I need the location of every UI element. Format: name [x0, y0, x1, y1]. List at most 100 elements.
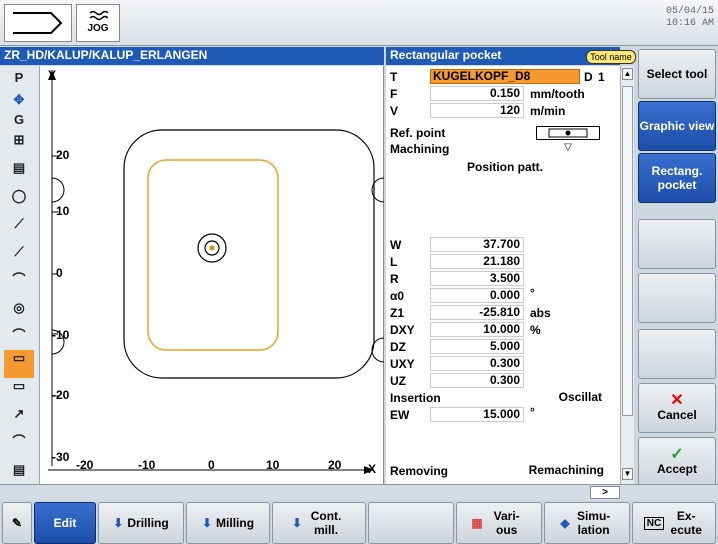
parameter-form: T KUGELKOPF_D8 D 1 F 0.150 mm/tooth V 12… — [386, 66, 620, 484]
empty-softkey[interactable] — [638, 329, 716, 379]
z1-field[interactable]: -25.810 — [430, 305, 524, 320]
jog-label: JOG — [87, 23, 109, 34]
y-tick: -10 — [52, 328, 70, 342]
jog-mode-indicator: JOG — [76, 4, 120, 42]
settings-icon[interactable]: ⊞ — [4, 132, 34, 160]
dialog-title: Rectangular pocket — [386, 47, 620, 65]
speed-unit: m/min — [530, 104, 566, 118]
right-softkeys: Select tool Graphic view Rectang. pocket… — [636, 47, 718, 487]
machining-selector[interactable]: ▽ — [536, 142, 600, 156]
edit-icon[interactable]: ✎ — [2, 502, 32, 544]
r-field[interactable]: 3.500 — [430, 271, 524, 286]
jog-icon — [89, 10, 108, 21]
various-button[interactable]: ▦ Vari- ous — [456, 502, 542, 544]
edit-button[interactable]: Edit — [34, 502, 96, 544]
line2-icon[interactable]: ⟋ — [4, 244, 34, 272]
forward-button[interactable]: > — [590, 486, 620, 499]
date-label: 05/04/15 — [665, 6, 714, 17]
select-tool-button[interactable]: Select tool — [638, 49, 716, 99]
thread-icon[interactable]: ◎ — [4, 300, 34, 328]
dxy-unit[interactable]: % — [530, 323, 541, 337]
d-value[interactable]: 1 — [598, 70, 605, 84]
execute-label: Ex- ecute — [670, 509, 702, 537]
pocket-graphic — [48, 70, 385, 474]
empty-bottom-softkey[interactable] — [368, 502, 454, 544]
uz-label: UZ — [390, 374, 406, 388]
simulation-label: Simu- lation — [576, 509, 611, 537]
v-label: V — [390, 104, 399, 118]
dz-field[interactable]: 5.000 — [430, 339, 524, 354]
scroll-thumb[interactable] — [622, 86, 633, 416]
position-pattern[interactable]: Position patt. — [430, 160, 580, 177]
form-scrollbar[interactable]: ▲ ▼ — [620, 66, 634, 484]
x-tick: 0 — [208, 458, 215, 472]
tool-strip: P ✥ G ⊞ ▤ ◯ ⟋ ⟋ ⌒ ◎ ⌒ ▭ ▭ ↗ ⌒ ▤ — [0, 66, 40, 484]
simulation-icon: ◆ — [560, 516, 570, 530]
tool-name-button[interactable]: Tool name — [586, 50, 636, 64]
circle-icon[interactable]: ◯ — [4, 188, 34, 216]
l-field[interactable]: 21.180 — [430, 254, 524, 269]
dxy-field[interactable]: 10.000 — [430, 322, 524, 337]
x-tick: 20 — [328, 458, 342, 472]
machining-label: Machining — [390, 142, 450, 156]
arrow-icon — [13, 12, 63, 34]
cancel-button[interactable]: ✕ Cancel — [638, 383, 716, 433]
y-axis-label: Y — [48, 68, 57, 82]
drilling-button[interactable]: ⬇ Drilling — [98, 502, 184, 544]
scroll-down-icon[interactable]: ▼ — [622, 468, 633, 480]
pocket-icon[interactable]: ▭ — [4, 378, 34, 406]
x-tick: -10 — [138, 458, 156, 472]
y-tick: 0 — [56, 266, 63, 280]
accept-button[interactable]: ✓ Accept — [638, 437, 716, 487]
drill-icon[interactable]: ▤ — [4, 160, 34, 188]
w-field[interactable]: 37.700 — [430, 237, 524, 252]
nc-icon: NC — [643, 516, 665, 530]
feed-field[interactable]: 0.150 — [430, 86, 524, 101]
speed-field[interactable]: 120 — [430, 103, 524, 118]
program-path: ZR_HD/KALUP/KALUP_ERLANGEN — [0, 47, 384, 65]
d-label: D — [584, 70, 593, 84]
z1-unit[interactable]: abs — [530, 306, 551, 320]
datetime: 05/04/15 10:16 AM — [666, 6, 714, 30]
ew-field[interactable]: 15.000 — [430, 407, 524, 422]
x-tick: 10 — [266, 458, 280, 472]
simulation-button[interactable]: ◆ Simu- lation — [544, 502, 630, 544]
empty-softkey[interactable] — [638, 219, 716, 269]
contour-icon[interactable]: ⌒ — [4, 272, 34, 300]
ew-label: EW — [390, 408, 410, 422]
cancel-label: Cancel — [657, 408, 697, 422]
various-label: Vari- ous — [493, 509, 520, 537]
ref-point-label: Ref. point — [390, 126, 446, 140]
machine-state-box — [4, 4, 72, 42]
mill-icon: ⬇ — [201, 516, 213, 530]
drilling-label: Drilling — [127, 516, 169, 530]
graphic-view-button[interactable]: Graphic view — [638, 101, 716, 151]
rectang-pocket-button[interactable]: Rectang. pocket — [638, 153, 716, 203]
uxy-field[interactable]: 0.300 — [430, 356, 524, 371]
status-line: > — [0, 484, 718, 500]
a0-field[interactable]: 0.000 — [430, 288, 524, 303]
scroll-up-icon[interactable]: ▲ — [622, 68, 633, 80]
rect-pocket-icon[interactable]: ▭ — [4, 350, 34, 378]
milling-button[interactable]: ⬇ Milling — [186, 502, 270, 544]
contour-mill-icon: ⬇ — [291, 516, 303, 530]
f-label: F — [390, 87, 398, 101]
dz-label: DZ — [390, 340, 406, 354]
insertion-selector[interactable]: Oscillat — [506, 390, 606, 405]
path-icon[interactable]: ↗ — [4, 406, 34, 434]
y-tick: 20 — [56, 148, 70, 162]
line-icon[interactable]: ⟋ — [4, 216, 34, 244]
cont-mill-button[interactable]: ⬇ Cont. mill. — [272, 502, 366, 544]
uxy-label: UXY — [390, 357, 415, 371]
tool-field[interactable]: KUGELKOPF_D8 — [430, 69, 580, 84]
ref-point-icon — [548, 128, 588, 138]
x-tick: -20 — [76, 458, 94, 472]
arc-icon[interactable]: ⌒ — [4, 434, 34, 462]
milling-label: Milling — [216, 516, 255, 530]
cont-mill-label: Cont. mill. — [310, 509, 342, 537]
uz-field[interactable]: 0.300 — [430, 373, 524, 388]
empty-softkey[interactable] — [638, 273, 716, 323]
execute-button[interactable]: NC Ex- ecute — [632, 502, 716, 544]
removing-selector[interactable]: Remachining — [496, 463, 608, 478]
ref-point-selector[interactable] — [536, 126, 600, 140]
